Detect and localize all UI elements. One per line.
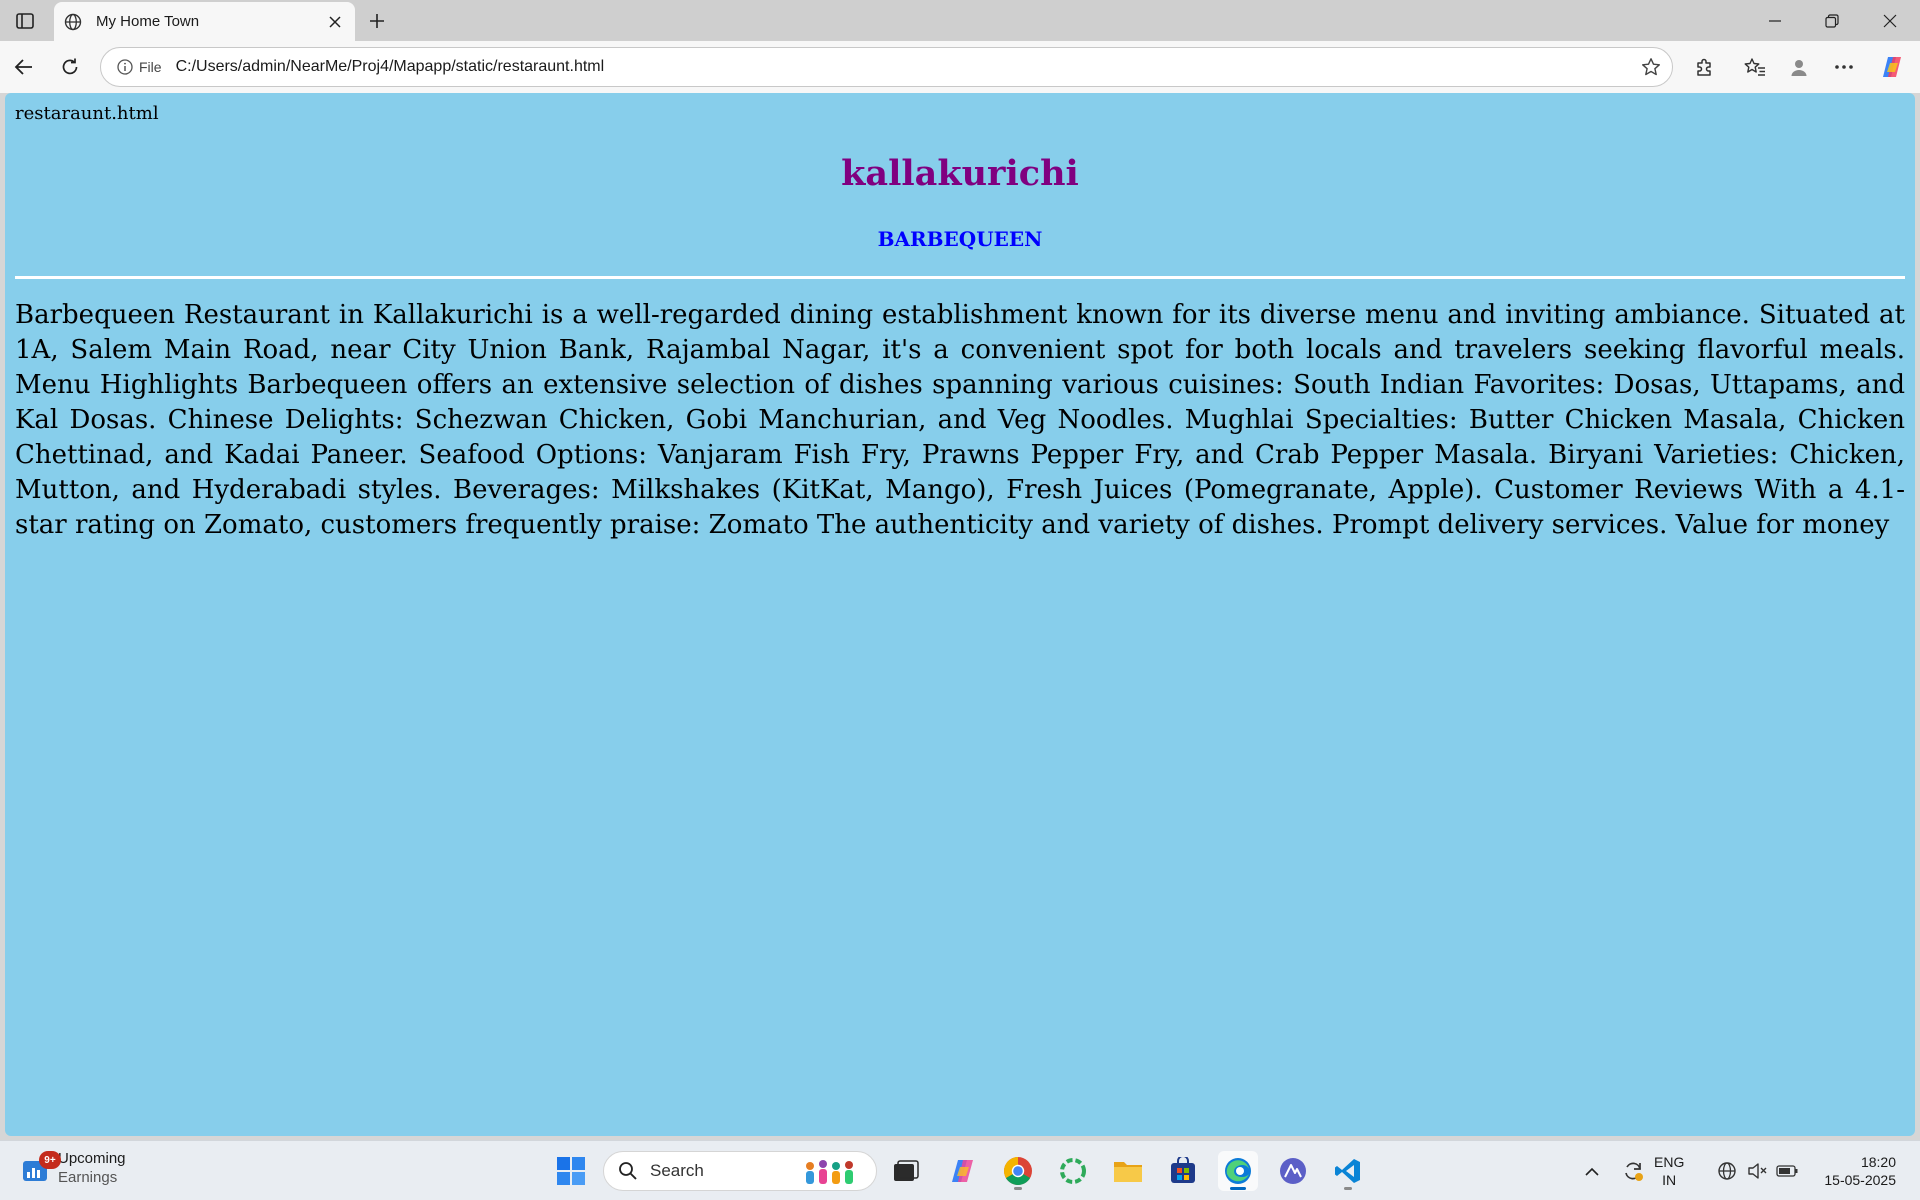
widget-title: Upcoming (58, 1150, 126, 1167)
tab-title: My Home Town (96, 13, 200, 30)
notification-badge: 9+ (39, 1151, 61, 1169)
start-button[interactable] (551, 1151, 591, 1191)
taskbar-edge-app[interactable] (1218, 1151, 1258, 1191)
restore-button[interactable] (1804, 0, 1860, 41)
close-icon (329, 15, 341, 28)
language-indicator[interactable]: ENG IN (1654, 1153, 1684, 1189)
folder-icon (1114, 1162, 1142, 1182)
language-code: ENG (1654, 1154, 1685, 1170)
puzzle-icon (1697, 58, 1711, 76)
close-icon (1883, 14, 1897, 27)
chrome-icon (1004, 1157, 1032, 1185)
task-view-button[interactable] (886, 1151, 926, 1191)
extensions-button[interactable] (1688, 51, 1720, 83)
arrow-left-icon (14, 59, 32, 75)
clock[interactable]: 18:20 15-05-2025 (1808, 1153, 1896, 1189)
sidebar-icon (16, 13, 34, 29)
taskbar-file-explorer-app[interactable] (1108, 1151, 1148, 1191)
copilot-icon (952, 1160, 973, 1182)
region-code: IN (1662, 1172, 1677, 1188)
globe-icon (64, 12, 84, 32)
globe-icon (1718, 1162, 1736, 1180)
restaurant-name: BARBEQUEEN (877, 227, 1043, 251)
battery-icon (1776, 1165, 1798, 1177)
tab-my-home-town[interactable]: My Home Town (54, 2, 355, 41)
file-label: restaraunt.html (15, 103, 159, 124)
widget-subtitle: Earnings (58, 1169, 118, 1186)
address-bar[interactable]: File C:/Users/admin/NearMe/Proj4/Mapapp/… (100, 47, 1673, 87)
minimize-icon (1769, 19, 1781, 22)
taskbar-vscode-app[interactable] (1328, 1151, 1368, 1191)
taskbar-chrome-app[interactable] (998, 1151, 1038, 1191)
people-illustration-icon (806, 1160, 853, 1184)
settings-more-button[interactable] (1828, 51, 1860, 83)
url-text[interactable]: C:/Users/admin/NearMe/Proj4/Mapapp/stati… (176, 58, 1638, 76)
task-view-icon (894, 1160, 919, 1181)
mountain-icon (1280, 1158, 1306, 1184)
show-hidden-icons-button[interactable] (1578, 1141, 1606, 1200)
chart-icon: 9+ (22, 1151, 61, 1183)
volume-button[interactable] (1743, 1141, 1771, 1200)
close-window-button[interactable] (1862, 0, 1918, 41)
taskbar-green-ring-app[interactable] (1053, 1151, 1093, 1191)
vscode-icon (1335, 1159, 1360, 1183)
info-icon (117, 59, 133, 75)
date-text: 15-05-2025 (1824, 1172, 1896, 1188)
new-tab-button[interactable] (362, 8, 392, 34)
favorites-button[interactable] (1739, 51, 1771, 83)
browser-toolbar: File C:/Users/admin/NearMe/Proj4/Mapapp/… (0, 41, 1920, 93)
back-button[interactable] (8, 51, 40, 83)
chevron-up-icon (1585, 1167, 1599, 1176)
sidebar-toggle-button[interactable] (10, 8, 40, 34)
profile-button[interactable] (1783, 51, 1815, 83)
site-info-label: File (139, 59, 162, 75)
ring-icon (1060, 1158, 1086, 1184)
sync-status-button[interactable] (1617, 1141, 1649, 1200)
restore-icon (1825, 13, 1839, 28)
running-indicator (1014, 1187, 1022, 1190)
tab-strip: My Home Town (0, 0, 1920, 41)
plus-icon (370, 14, 384, 28)
sync-icon (1625, 1162, 1643, 1181)
profile-icon (1791, 60, 1807, 76)
battery-button[interactable] (1772, 1141, 1802, 1200)
speaker-muted-icon (1748, 1163, 1767, 1179)
search-placeholder: Search (650, 1161, 704, 1180)
close-tab-button[interactable] (325, 12, 345, 32)
star-icon (1642, 58, 1660, 76)
running-indicator (1344, 1187, 1352, 1190)
restaurant-description: Barbequeen Restaurant in Kallakurichi is… (15, 300, 1905, 540)
widgets-button[interactable]: 9+ Upcoming Earnings (22, 1149, 126, 1187)
taskbar: 9+ Upcoming Earnings Search ENG IN 18:20… (0, 1140, 1920, 1200)
search-icon (619, 1162, 637, 1180)
page-title: kallakurichi (841, 153, 1079, 194)
edge-icon (1225, 1158, 1251, 1184)
favorite-button[interactable] (1638, 54, 1664, 80)
taskbar-search[interactable]: Search (603, 1151, 877, 1191)
taskbar-copilot-app[interactable] (943, 1151, 983, 1191)
more-icon (1835, 65, 1853, 69)
windows-icon (557, 1157, 585, 1185)
minimize-button[interactable] (1747, 0, 1803, 41)
copilot-button[interactable] (1876, 51, 1908, 83)
favorites-icon (1744, 58, 1765, 76)
copilot-icon (1883, 57, 1901, 77)
taskbar-store-app[interactable] (1163, 1151, 1203, 1191)
page-viewport: restaraunt.html kallakurichi BARBEQUEEN … (5, 93, 1915, 1136)
network-button[interactable] (1713, 1141, 1741, 1200)
running-indicator (1230, 1187, 1246, 1190)
reload-icon (62, 58, 78, 75)
site-info-button[interactable]: File (109, 53, 170, 81)
taskbar-arc-app[interactable] (1273, 1151, 1313, 1191)
time-text: 18:20 (1860, 1154, 1896, 1170)
store-icon (1171, 1157, 1195, 1183)
divider (15, 276, 1905, 279)
reload-button[interactable] (54, 51, 86, 83)
